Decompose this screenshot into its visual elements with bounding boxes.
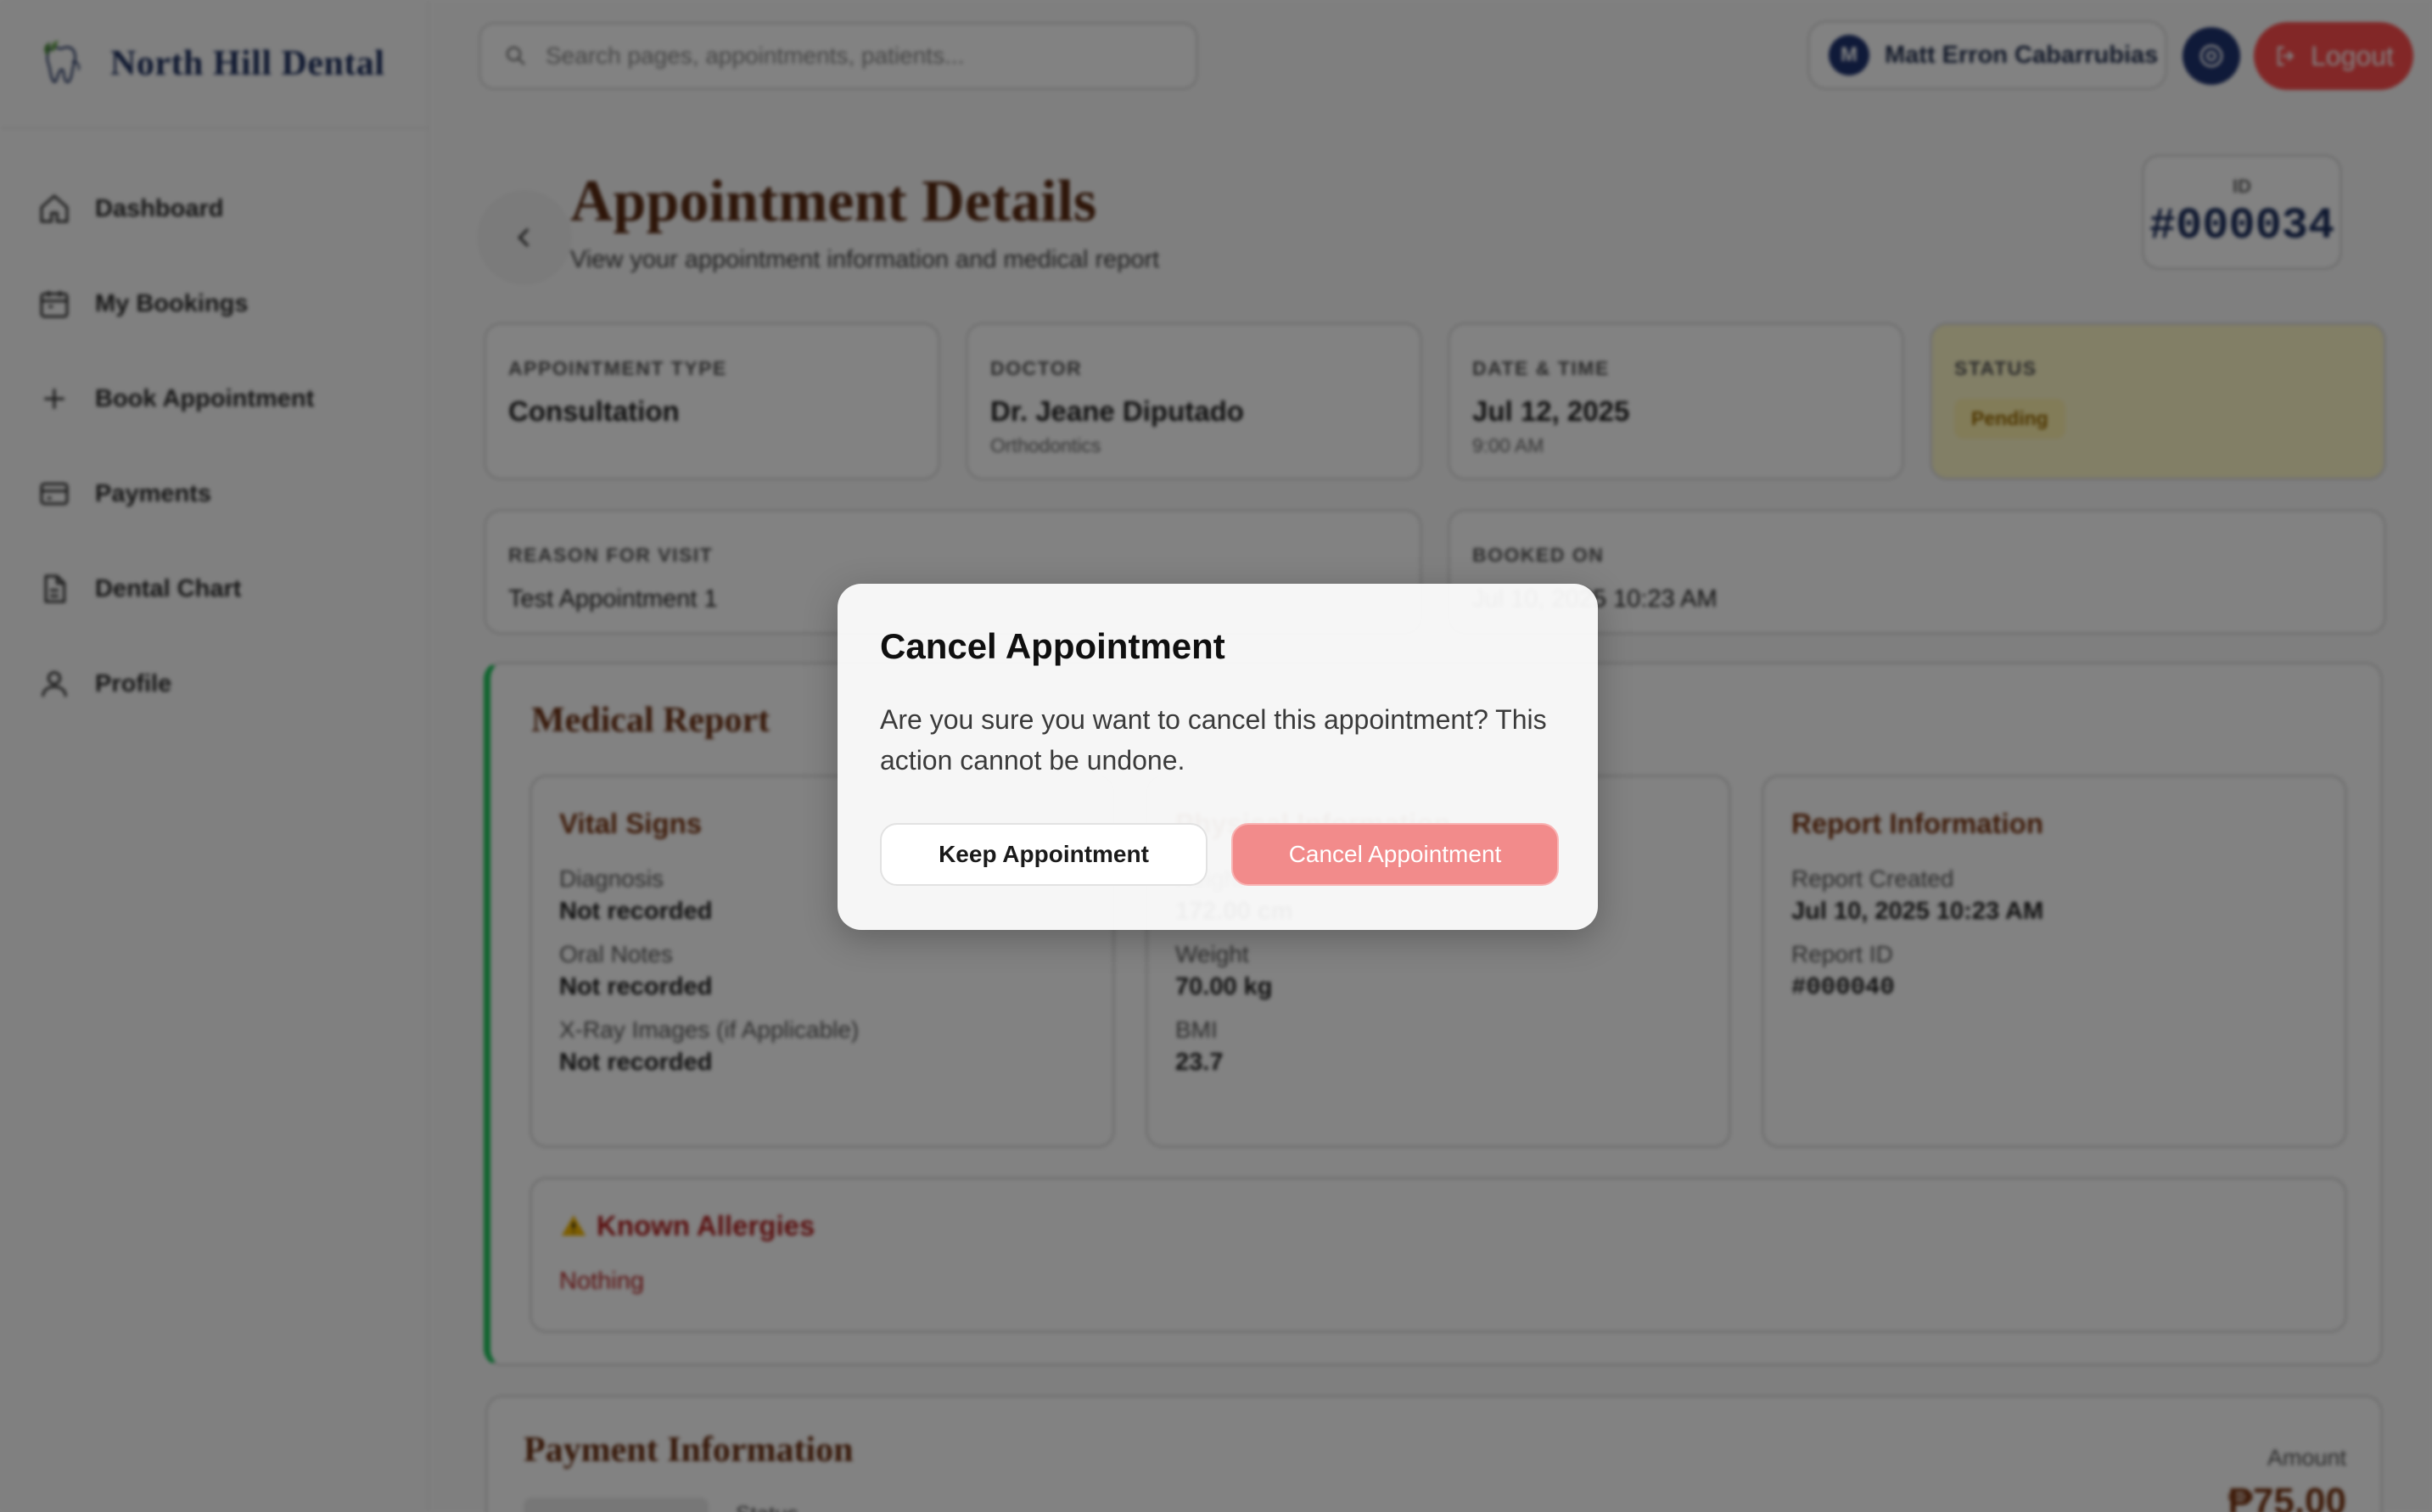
cancel-appointment-dialog: Cancel Appointment Are you sure you want…: [838, 584, 1598, 930]
dialog-message: Are you sure you want to cancel this app…: [880, 704, 1547, 776]
dialog-title: Cancel Appointment: [880, 626, 1225, 666]
keep-appointment-button[interactable]: Keep Appointment: [880, 823, 1208, 886]
confirm-cancel-button[interactable]: Cancel Appointment: [1231, 823, 1559, 886]
dialog-actions: Keep Appointment Cancel Appointment: [880, 823, 1559, 886]
